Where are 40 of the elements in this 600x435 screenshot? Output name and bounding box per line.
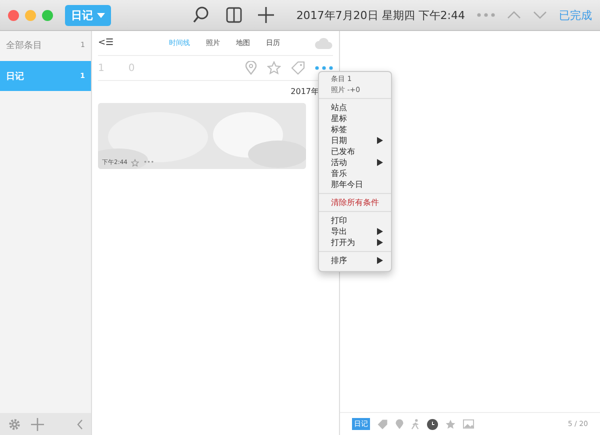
tag-icon[interactable] [377, 418, 388, 430]
more-icon[interactable] [477, 13, 495, 17]
menu-item[interactable]: 打开为 [319, 237, 391, 248]
menu-item[interactable]: 清除所有条件 [319, 197, 391, 208]
menu-item[interactable]: 音乐 [319, 168, 391, 179]
close-button[interactable] [8, 10, 19, 20]
tag-icon[interactable] [291, 61, 305, 75]
cloud-icon[interactable] [315, 37, 333, 49]
walking-figure-icon[interactable] [411, 418, 420, 430]
down-icon[interactable] [533, 11, 547, 19]
menu-item[interactable]: 导出 [319, 226, 391, 237]
up-icon[interactable] [507, 11, 521, 19]
settings-icon[interactable] [8, 418, 21, 430]
search-icon[interactable] [192, 6, 210, 24]
menu-item[interactable]: 站点 [319, 102, 391, 113]
menu-item[interactable]: 已发布 [319, 146, 391, 157]
menu-item[interactable]: 标签 [319, 124, 391, 135]
menu-item[interactable]: 排序 [319, 255, 391, 266]
minimize-button[interactable] [25, 10, 36, 20]
star-icon[interactable] [267, 61, 281, 75]
caret-icon [97, 12, 105, 18]
panel-icon[interactable] [226, 7, 242, 23]
location-pin-icon[interactable] [245, 61, 257, 75]
year-label: 2017年 [290, 86, 320, 97]
menu-item[interactable]: 活动 [319, 157, 391, 168]
menu-item[interactable]: 日期 [319, 135, 391, 146]
zoom-button[interactable] [42, 10, 53, 20]
collapse-icon[interactable] [77, 418, 83, 430]
menu-item[interactable]: 那年今日 [319, 179, 391, 190]
entry-date[interactable]: 2017年7月20日 星期四 下午2:44 [296, 8, 465, 22]
more-icon[interactable] [315, 66, 333, 70]
menu-item[interactable]: 星标 [319, 113, 391, 124]
add-icon[interactable] [258, 7, 274, 23]
location-pin-icon[interactable] [395, 418, 404, 430]
star-icon[interactable] [445, 418, 456, 430]
image-icon[interactable] [463, 419, 474, 429]
back-button[interactable]: <☰ [98, 38, 114, 48]
menu-item[interactable]: 打印 [319, 215, 391, 226]
clock-icon[interactable] [427, 418, 438, 430]
star-icon[interactable] [131, 158, 140, 166]
